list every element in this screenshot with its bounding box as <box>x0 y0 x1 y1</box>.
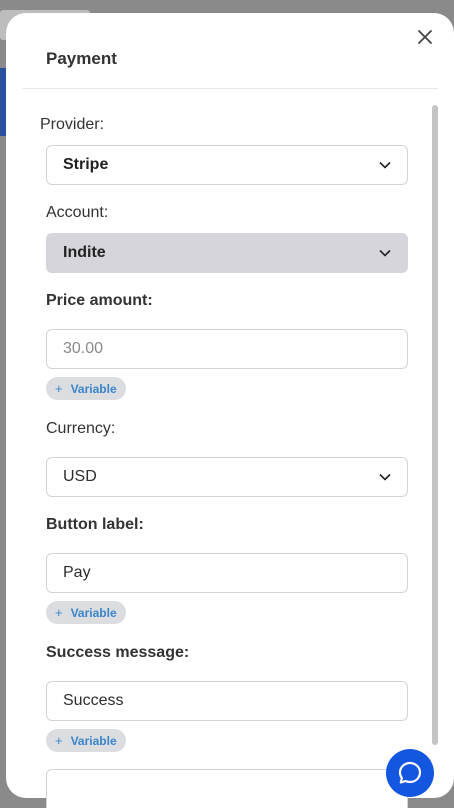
plus-icon: + <box>55 733 63 748</box>
price-amount-placeholder: 30.00 <box>63 340 104 357</box>
provider-label: Provider: <box>40 116 105 133</box>
currency-value: USD <box>63 468 97 485</box>
add-variable-button[interactable]: + Variable <box>46 601 126 624</box>
chevron-down-icon <box>379 249 391 257</box>
account-value: Indite <box>63 244 106 261</box>
success-message-label: Success message: <box>46 644 190 661</box>
button-label-input[interactable]: Pay <box>46 553 408 593</box>
account-select[interactable]: Indite <box>46 233 408 273</box>
variable-chip-label: Variable <box>70 381 117 396</box>
button-label-value: Pay <box>63 564 91 581</box>
provider-value: Stripe <box>63 156 109 173</box>
chat-button[interactable] <box>386 749 434 797</box>
scrollbar[interactable] <box>432 105 438 745</box>
variable-chip-label: Variable <box>70 605 117 620</box>
plus-icon: + <box>55 605 63 620</box>
chat-icon <box>398 761 422 784</box>
success-message-input[interactable]: Success <box>46 681 408 721</box>
button-label-label: Button label: <box>46 516 144 533</box>
chevron-down-icon <box>379 161 391 169</box>
account-label: Account: <box>46 204 109 221</box>
add-variable-button[interactable]: + Variable <box>46 377 126 400</box>
modal-title: Payment <box>46 49 117 68</box>
close-icon[interactable] <box>416 28 434 46</box>
next-field-partial[interactable] <box>46 769 408 808</box>
chevron-down-icon <box>379 473 391 481</box>
price-amount-input[interactable]: 30.00 <box>46 329 408 369</box>
plus-icon: + <box>55 381 63 396</box>
success-message-value: Success <box>63 692 124 709</box>
add-variable-button[interactable]: + Variable <box>46 729 126 752</box>
variable-chip-label: Variable <box>70 733 117 748</box>
provider-select[interactable]: Stripe <box>46 145 408 185</box>
header-divider <box>22 88 438 89</box>
modal-header: Payment <box>6 13 454 89</box>
currency-select[interactable]: USD <box>46 457 408 497</box>
price-amount-label: Price amount: <box>46 292 153 309</box>
currency-label: Currency: <box>46 420 116 437</box>
